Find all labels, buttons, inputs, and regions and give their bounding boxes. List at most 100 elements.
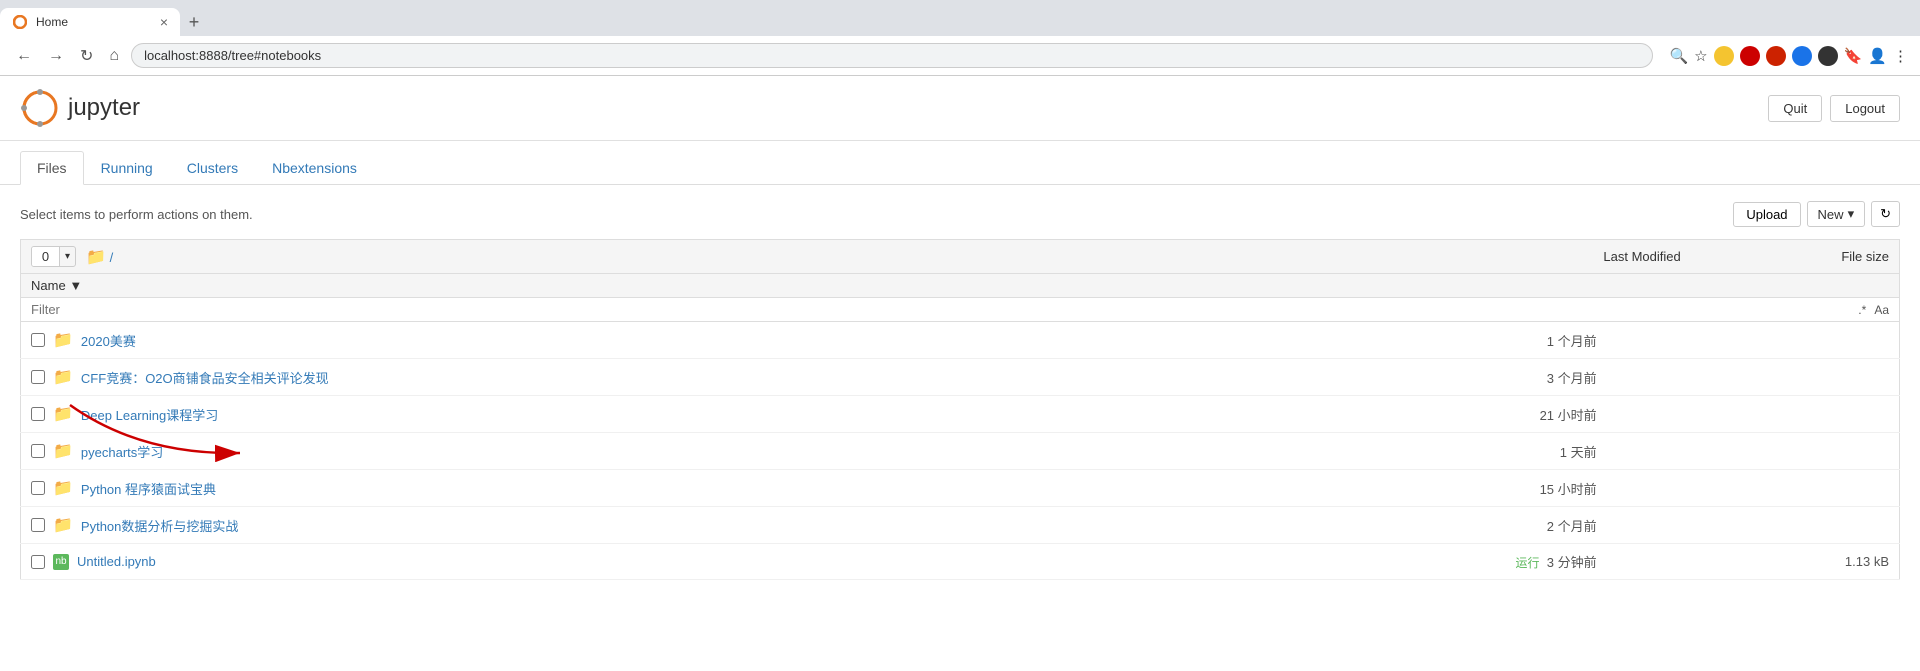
- jupyter-logo-icon: [20, 88, 60, 128]
- file-link-3[interactable]: Deep Learning课程学习: [81, 405, 218, 424]
- th-modified: Last Modified: [1273, 240, 1691, 274]
- folder-icon: 📁: [53, 367, 73, 387]
- filter-case-button[interactable]: Aa: [1874, 303, 1889, 317]
- filter-actions-cell: .* Aa: [1273, 298, 1899, 322]
- notebook-icon: nb: [53, 554, 69, 570]
- table-row: 📁 Python 程序猿面试宝典 15 小时前: [21, 470, 1900, 507]
- file-link-5[interactable]: Python 程序猿面试宝典: [81, 479, 216, 498]
- file-name-cell-6: 📁 Python数据分析与挖掘实战: [21, 507, 1148, 544]
- new-button[interactable]: New ▾: [1807, 201, 1866, 227]
- extension-icon-5[interactable]: [1818, 46, 1838, 66]
- select-count: 0: [32, 247, 60, 266]
- new-dropdown-icon: ▾: [1848, 206, 1855, 222]
- file-name-cell-3: 📁 Deep Learning课程学习: [21, 396, 1148, 433]
- file-table-body: .* Aa: [21, 298, 1900, 322]
- extension-icon-3[interactable]: [1766, 46, 1786, 66]
- reload-button[interactable]: ↻: [76, 44, 97, 68]
- file-name-cell-1: 📁 2020美赛: [21, 322, 1148, 359]
- file-link-2[interactable]: CFF竞赛：O2O商铺食品安全相关评论发现: [81, 368, 329, 387]
- th-size: File size: [1691, 240, 1900, 274]
- th-size-sort: [1691, 274, 1900, 298]
- account-icon[interactable]: 👤: [1868, 47, 1887, 65]
- file-name-cell-5: 📁 Python 程序猿面试宝典: [21, 470, 1148, 507]
- file-checkbox-7[interactable]: [31, 555, 45, 569]
- url-input[interactable]: [131, 43, 1653, 68]
- page-content: jupyter Quit Logout Files Running Cluste…: [0, 76, 1920, 671]
- forward-button[interactable]: →: [44, 45, 68, 67]
- address-bar: ← → ↻ ⌂ 🔍 ☆ 🔖 👤 ⋮: [0, 36, 1920, 76]
- file-modified-3: 21 小时前: [1148, 396, 1607, 433]
- table-row: 📁pyecharts学习1 天前: [21, 433, 1900, 470]
- tab-files[interactable]: Files: [20, 151, 84, 185]
- folder-breadcrumb[interactable]: 📁 /: [86, 247, 113, 267]
- file-size-5: [1607, 470, 1900, 507]
- table-row: 📁CFF竞赛：O2O商铺食品安全相关评论发现3 个月前: [21, 359, 1900, 396]
- tab-running[interactable]: Running: [84, 151, 170, 185]
- header-buttons: Quit Logout: [1768, 95, 1900, 122]
- extension-icon-1[interactable]: [1714, 46, 1734, 66]
- folder-icon: 📁: [53, 330, 73, 350]
- file-table: 0 ▾ 📁 / Last Modified: [20, 239, 1900, 322]
- folder-icon: 📁: [53, 404, 73, 424]
- file-name-cell-2: 📁 CFF竞赛：O2O商铺食品安全相关评论发现: [21, 359, 1148, 396]
- back-button[interactable]: ←: [12, 45, 36, 67]
- breadcrumb-path: /: [110, 250, 114, 265]
- table-row: 📁Python数据分析与挖掘实战2 个月前: [21, 507, 1900, 544]
- file-size-6: [1607, 507, 1900, 544]
- filter-input[interactable]: [31, 302, 1263, 317]
- tab-clusters[interactable]: Clusters: [170, 151, 255, 185]
- file-checkbox-4[interactable]: [31, 444, 45, 458]
- file-checkbox-3[interactable]: [31, 407, 45, 421]
- th-name: 0 ▾ 📁 /: [21, 240, 1274, 274]
- extension-icon-2[interactable]: [1740, 46, 1760, 66]
- bookmark-star-icon[interactable]: ☆: [1694, 47, 1707, 65]
- search-icon[interactable]: 🔍: [1669, 47, 1688, 65]
- table-header: 0 ▾ 📁 / Last Modified: [21, 240, 1900, 298]
- jupyter-logo: jupyter: [20, 88, 140, 128]
- name-sort-button[interactable]: Name ▼: [31, 278, 82, 293]
- menu-icon[interactable]: ⋮: [1893, 47, 1908, 65]
- file-size-4: [1607, 433, 1900, 470]
- folder-icon: 📁: [53, 478, 73, 498]
- th-modified-sort: [1273, 274, 1691, 298]
- bookmark-icon[interactable]: 🔖: [1844, 47, 1863, 65]
- upload-button[interactable]: Upload: [1733, 202, 1800, 227]
- file-link-6[interactable]: Python数据分析与挖掘实战: [81, 516, 238, 535]
- file-browser: Select items to perform actions on them.…: [0, 185, 1920, 596]
- tab-close-button[interactable]: ×: [160, 14, 168, 30]
- select-count-control[interactable]: 0 ▾: [31, 246, 76, 267]
- refresh-button[interactable]: ↻: [1871, 201, 1900, 227]
- filter-regex-button[interactable]: .*: [1858, 303, 1866, 317]
- extension-icon-4[interactable]: [1792, 46, 1812, 66]
- browser-tab[interactable]: Home ×: [0, 8, 180, 36]
- file-browser-header: Select items to perform actions on them.…: [20, 201, 1900, 227]
- browser-toolbar: 🔍 ☆ 🔖 👤 ⋮: [1669, 46, 1908, 66]
- logout-button[interactable]: Logout: [1830, 95, 1900, 122]
- th-name-sort: Name ▼: [21, 274, 1274, 298]
- files-rows: 📁2020美赛1 个月前📁CFF竞赛：O2O商铺食品安全相关评论发现3 个月前📁…: [21, 322, 1900, 580]
- file-size-7: 1.13 kB: [1607, 544, 1900, 580]
- file-checkbox-6[interactable]: [31, 518, 45, 532]
- file-modified-5: 15 小时前: [1148, 470, 1607, 507]
- file-modified-4: 1 天前: [1148, 433, 1607, 470]
- file-checkbox-5[interactable]: [31, 481, 45, 495]
- select-dropdown-icon[interactable]: ▾: [60, 249, 75, 264]
- table-row: 📁 2020美赛 1 个月前: [21, 322, 1900, 359]
- action-buttons: Upload New ▾ ↻: [1733, 201, 1900, 227]
- file-checkbox-1[interactable]: [31, 333, 45, 347]
- tab-nbextensions[interactable]: Nbextensions: [255, 151, 374, 185]
- file-link-7[interactable]: Untitled.ipynb: [77, 554, 156, 569]
- tab-favicon: [12, 14, 28, 30]
- jupyter-logo-text: jupyter: [68, 94, 140, 122]
- file-link-4[interactable]: pyecharts学习: [81, 442, 163, 461]
- folder-icon: 📁: [86, 249, 106, 266]
- file-modified-1: 1 个月前: [1148, 322, 1607, 359]
- tab-title: Home: [36, 15, 152, 29]
- folder-icon: 📁: [53, 515, 73, 535]
- file-link-1[interactable]: 2020美赛: [81, 331, 136, 350]
- new-tab-button[interactable]: +: [180, 8, 208, 36]
- home-button[interactable]: ⌂: [105, 45, 123, 67]
- filter-row: .* Aa: [21, 298, 1900, 322]
- quit-button[interactable]: Quit: [1768, 95, 1822, 122]
- file-checkbox-2[interactable]: [31, 370, 45, 384]
